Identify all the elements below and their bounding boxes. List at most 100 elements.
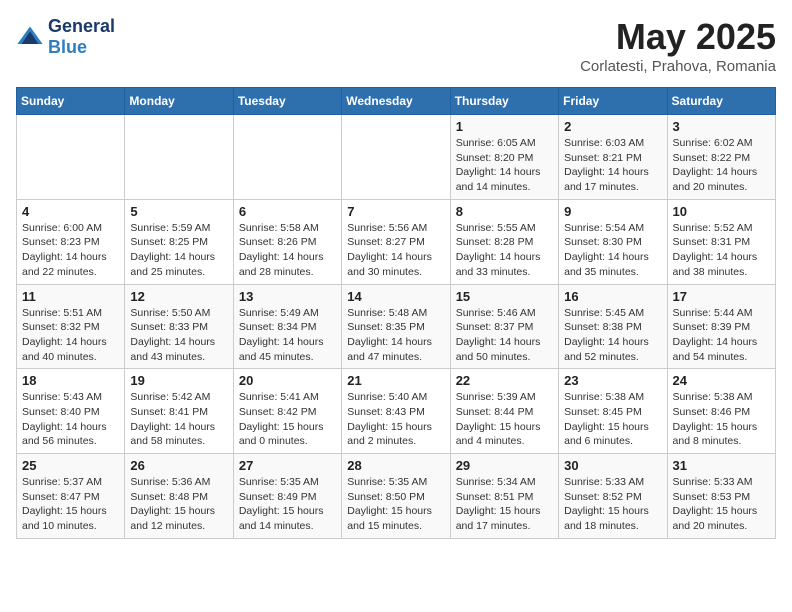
calendar-table: SundayMondayTuesdayWednesdayThursdayFrid…	[16, 87, 776, 539]
calendar-body: 1 Sunrise: 6:05 AMSunset: 8:20 PMDaylight…	[17, 115, 776, 539]
day-number: 29	[456, 458, 553, 473]
calendar-cell: 27 Sunrise: 5:35 AMSunset: 8:49 PMDayligh…	[233, 454, 341, 539]
calendar-cell: 25 Sunrise: 5:37 AMSunset: 8:47 PMDayligh…	[17, 454, 125, 539]
calendar-cell: 18Sunrise: 5:43 AMSunset: 8:40 PMDayligh…	[17, 369, 125, 454]
calendar-cell: 26Sunrise: 5:36 AMSunset: 8:48 PMDayligh…	[125, 454, 233, 539]
day-info: Sunrise: 5:33 AMSunset: 8:52 PMDaylight:…	[564, 475, 661, 534]
calendar-cell: 12 Sunrise: 5:50 AMSunset: 8:33 PMDayligh…	[125, 284, 233, 369]
page-header: GeneralBlue May 2025 Corlatesti, Prahova…	[16, 16, 776, 75]
calendar-cell: 29 Sunrise: 5:34 AMSunset: 8:51 PMDayligh…	[450, 454, 558, 539]
day-info: Sunrise: 5:55 AMSunset: 8:28 PMDaylight:…	[456, 221, 553, 280]
day-info: Sunrise: 5:48 AMSunset: 8:35 PMDaylight:…	[347, 306, 444, 365]
weekday-header-monday: Monday	[125, 88, 233, 115]
calendar-cell: 14 Sunrise: 5:48 AMSunset: 8:35 PMDayligh…	[342, 284, 450, 369]
weekday-header-saturday: Saturday	[667, 88, 775, 115]
calendar-cell: 30 Sunrise: 5:33 AMSunset: 8:52 PMDayligh…	[559, 454, 667, 539]
calendar-week-2: 4Sunrise: 6:00 AMSunset: 8:23 PMDaylight…	[17, 199, 776, 284]
calendar-week-1: 1 Sunrise: 6:05 AMSunset: 8:20 PMDaylight…	[17, 115, 776, 200]
weekday-header-thursday: Thursday	[450, 88, 558, 115]
day-info: Sunrise: 5:33 AMSunset: 8:53 PMDaylight:…	[673, 475, 770, 534]
day-number: 26	[130, 458, 227, 473]
day-number: 1	[456, 119, 553, 134]
day-info: Sunrise: 5:41 AMSunset: 8:42 PMDaylight:…	[239, 390, 336, 449]
calendar-cell: 28Sunrise: 5:35 AMSunset: 8:50 PMDayligh…	[342, 454, 450, 539]
day-number: 2	[564, 119, 661, 134]
day-info: Sunrise: 6:03 AMSunset: 8:21 PMDaylight:…	[564, 136, 661, 195]
calendar-cell: 17 Sunrise: 5:44 AMSunset: 8:39 PMDayligh…	[667, 284, 775, 369]
day-number: 19	[130, 373, 227, 388]
day-number: 3	[673, 119, 770, 134]
day-info: Sunrise: 5:38 AMSunset: 8:45 PMDaylight:…	[564, 390, 661, 449]
day-info: Sunrise: 5:56 AMSunset: 8:27 PMDaylight:…	[347, 221, 444, 280]
day-info: Sunrise: 5:58 AMSunset: 8:26 PMDaylight:…	[239, 221, 336, 280]
day-number: 6	[239, 204, 336, 219]
day-info: Sunrise: 5:42 AMSunset: 8:41 PMDaylight:…	[130, 390, 227, 449]
day-number: 16	[564, 289, 661, 304]
calendar-cell	[233, 115, 341, 200]
calendar-cell: 15Sunrise: 5:46 AMSunset: 8:37 PMDayligh…	[450, 284, 558, 369]
day-number: 9	[564, 204, 661, 219]
calendar-cell: 20 Sunrise: 5:41 AMSunset: 8:42 PMDayligh…	[233, 369, 341, 454]
calendar-cell: 5Sunrise: 5:59 AMSunset: 8:25 PMDaylight…	[125, 199, 233, 284]
day-info: Sunrise: 6:05 AMSunset: 8:20 PMDaylight:…	[456, 136, 553, 195]
calendar-header-row: SundayMondayTuesdayWednesdayThursdayFrid…	[17, 88, 776, 115]
day-number: 14	[347, 289, 444, 304]
day-number: 20	[239, 373, 336, 388]
day-info: Sunrise: 5:52 AMSunset: 8:31 PMDaylight:…	[673, 221, 770, 280]
logo-name: GeneralBlue	[48, 16, 115, 58]
day-number: 25	[22, 458, 119, 473]
calendar-cell: 19 Sunrise: 5:42 AMSunset: 8:41 PMDayligh…	[125, 369, 233, 454]
day-number: 30	[564, 458, 661, 473]
day-number: 15	[456, 289, 553, 304]
day-number: 22	[456, 373, 553, 388]
weekday-header-friday: Friday	[559, 88, 667, 115]
day-info: Sunrise: 5:50 AMSunset: 8:33 PMDaylight:…	[130, 306, 227, 365]
calendar-cell: 6 Sunrise: 5:58 AMSunset: 8:26 PMDaylight…	[233, 199, 341, 284]
day-number: 4	[22, 204, 119, 219]
day-number: 10	[673, 204, 770, 219]
day-number: 24	[673, 373, 770, 388]
calendar-cell: 24Sunrise: 5:38 AMSunset: 8:46 PMDayligh…	[667, 369, 775, 454]
day-info: Sunrise: 5:54 AMSunset: 8:30 PMDaylight:…	[564, 221, 661, 280]
day-number: 18	[22, 373, 119, 388]
calendar-week-5: 25 Sunrise: 5:37 AMSunset: 8:47 PMDayligh…	[17, 454, 776, 539]
day-info: Sunrise: 5:49 AMSunset: 8:34 PMDaylight:…	[239, 306, 336, 365]
calendar-cell: 21 Sunrise: 5:40 AMSunset: 8:43 PMDayligh…	[342, 369, 450, 454]
calendar-cell: 31 Sunrise: 5:33 AMSunset: 8:53 PMDayligh…	[667, 454, 775, 539]
day-number: 12	[130, 289, 227, 304]
calendar-cell: 9 Sunrise: 5:54 AMSunset: 8:30 PMDaylight…	[559, 199, 667, 284]
day-number: 27	[239, 458, 336, 473]
day-number: 21	[347, 373, 444, 388]
day-number: 13	[239, 289, 336, 304]
calendar-week-4: 18Sunrise: 5:43 AMSunset: 8:40 PMDayligh…	[17, 369, 776, 454]
calendar-cell: 8 Sunrise: 5:55 AMSunset: 8:28 PMDaylight…	[450, 199, 558, 284]
day-info: Sunrise: 5:35 AMSunset: 8:49 PMDaylight:…	[239, 475, 336, 534]
calendar-cell: 10 Sunrise: 5:52 AMSunset: 8:31 PMDayligh…	[667, 199, 775, 284]
day-number: 31	[673, 458, 770, 473]
day-info: Sunrise: 5:40 AMSunset: 8:43 PMDaylight:…	[347, 390, 444, 449]
day-number: 17	[673, 289, 770, 304]
calendar-cell: 22Sunrise: 5:39 AMSunset: 8:44 PMDayligh…	[450, 369, 558, 454]
day-info: Sunrise: 5:34 AMSunset: 8:51 PMDaylight:…	[456, 475, 553, 534]
month-title: May 2025	[580, 16, 776, 58]
calendar-cell: 16 Sunrise: 5:45 AMSunset: 8:38 PMDayligh…	[559, 284, 667, 369]
calendar-cell: 1 Sunrise: 6:05 AMSunset: 8:20 PMDaylight…	[450, 115, 558, 200]
logo-icon	[16, 23, 44, 51]
day-info: Sunrise: 5:45 AMSunset: 8:38 PMDaylight:…	[564, 306, 661, 365]
day-number: 28	[347, 458, 444, 473]
calendar-cell: 3 Sunrise: 6:02 AMSunset: 8:22 PMDaylight…	[667, 115, 775, 200]
calendar-cell: 2 Sunrise: 6:03 AMSunset: 8:21 PMDaylight…	[559, 115, 667, 200]
day-info: Sunrise: 5:44 AMSunset: 8:39 PMDaylight:…	[673, 306, 770, 365]
calendar-cell: 11Sunrise: 5:51 AMSunset: 8:32 PMDayligh…	[17, 284, 125, 369]
day-info: Sunrise: 5:51 AMSunset: 8:32 PMDaylight:…	[22, 306, 119, 365]
calendar-cell	[125, 115, 233, 200]
calendar-cell: 4Sunrise: 6:00 AMSunset: 8:23 PMDaylight…	[17, 199, 125, 284]
day-number: 8	[456, 204, 553, 219]
day-number: 7	[347, 204, 444, 219]
day-number: 5	[130, 204, 227, 219]
day-info: Sunrise: 6:02 AMSunset: 8:22 PMDaylight:…	[673, 136, 770, 195]
title-block: May 2025 Corlatesti, Prahova, Romania	[580, 16, 776, 75]
weekday-header-tuesday: Tuesday	[233, 88, 341, 115]
day-info: Sunrise: 5:37 AMSunset: 8:47 PMDaylight:…	[22, 475, 119, 534]
weekday-header-wednesday: Wednesday	[342, 88, 450, 115]
